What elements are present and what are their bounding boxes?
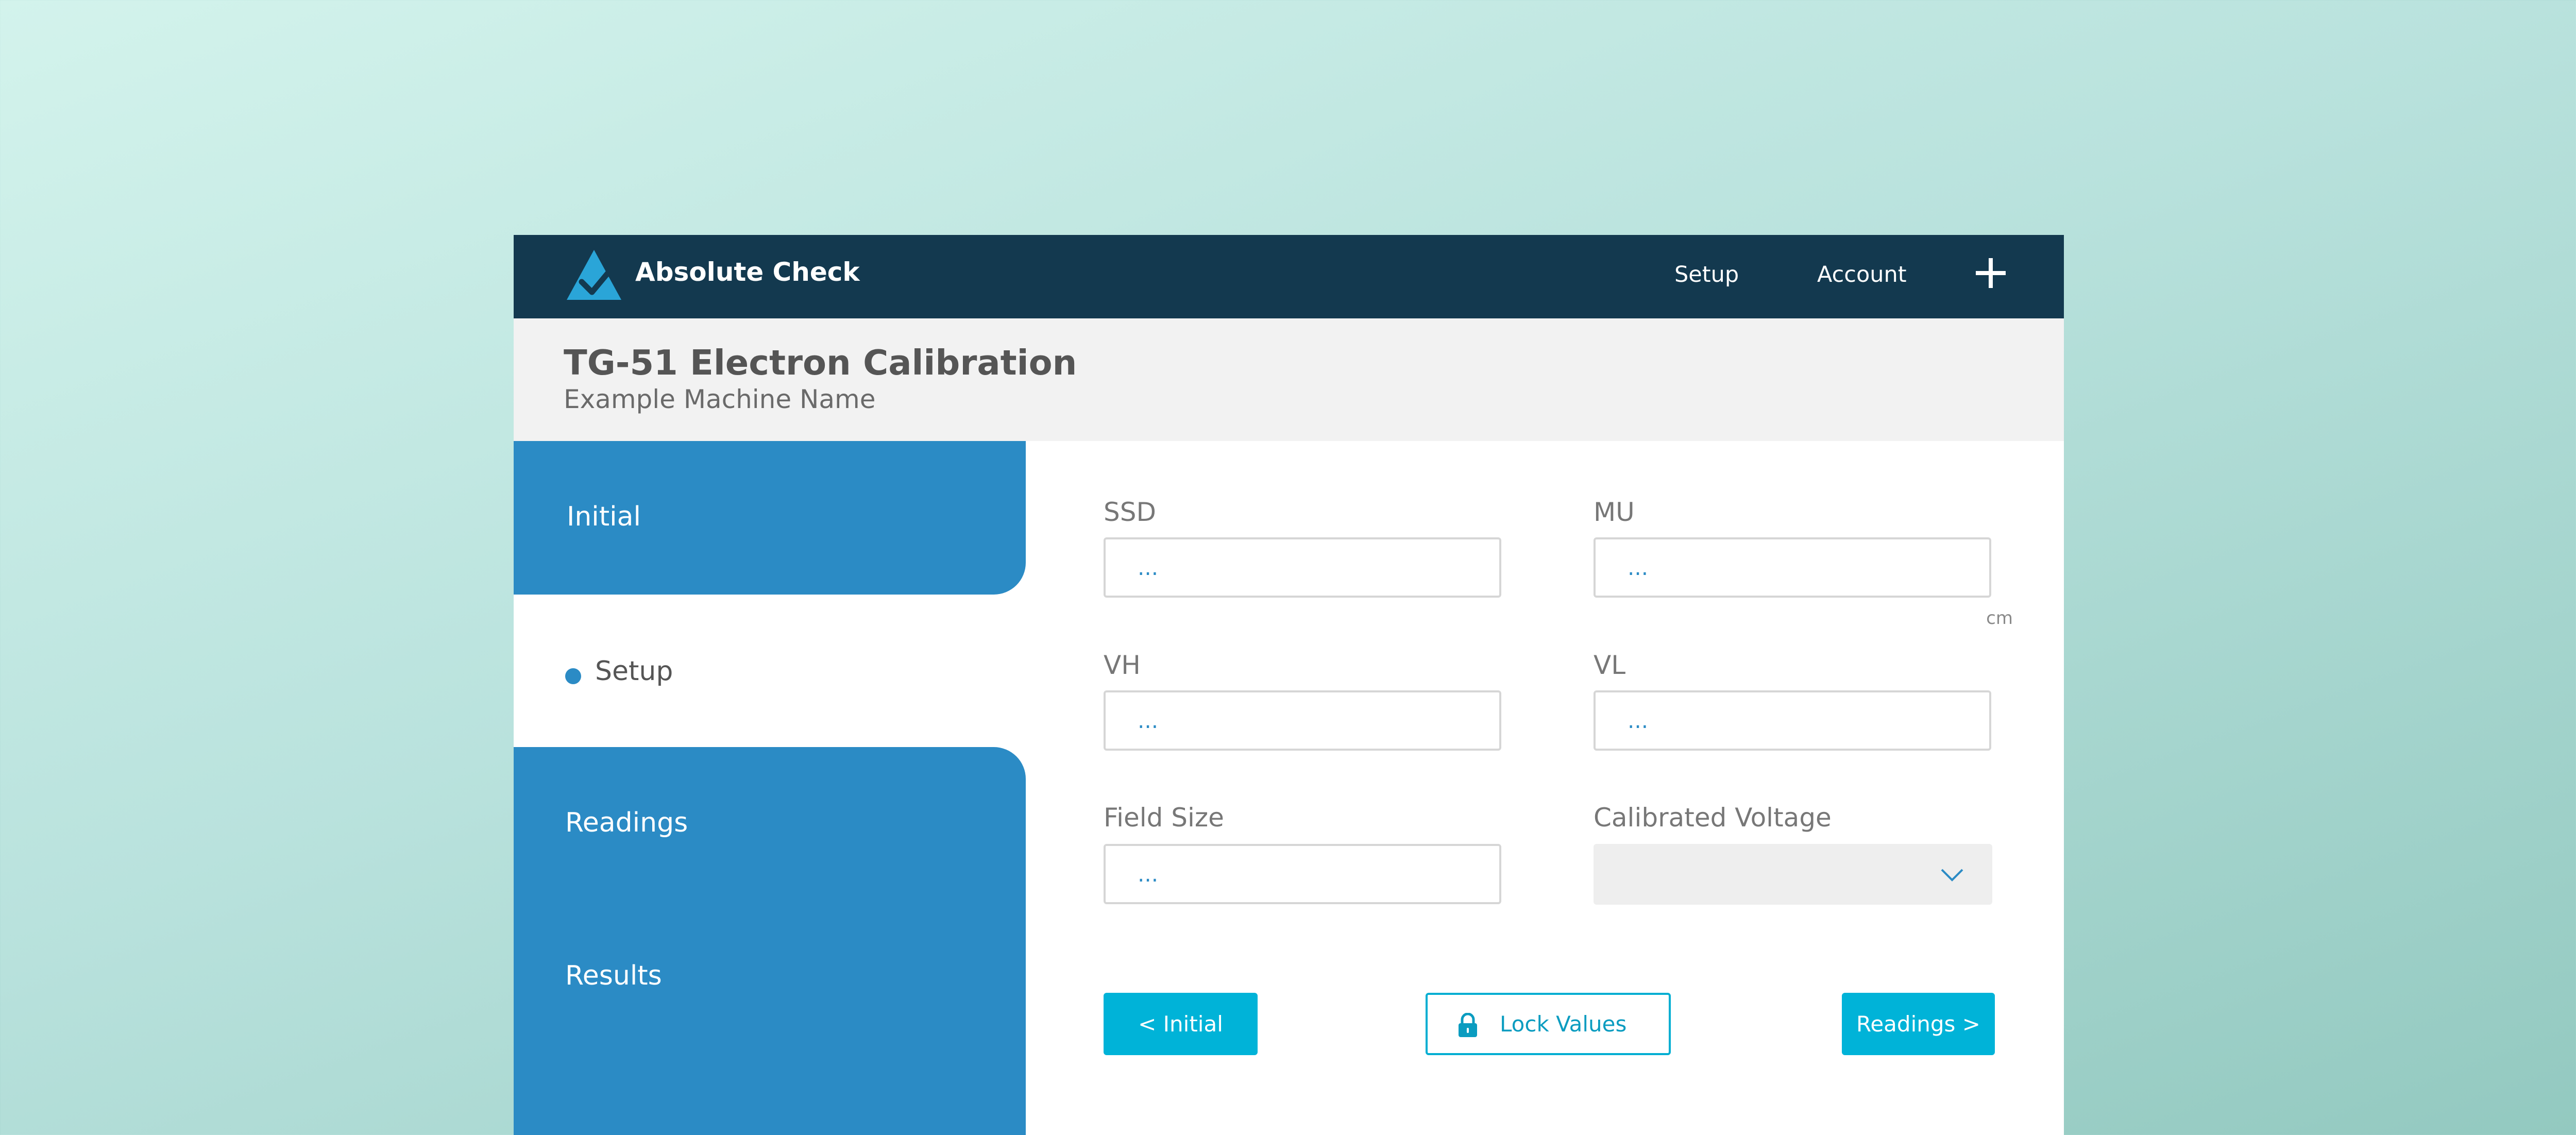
ssd-input[interactable] [1104,537,1501,598]
plus-icon[interactable] [1976,258,2006,288]
triangle-check-icon [567,250,621,300]
calibrated-voltage-select[interactable] [1594,844,1992,905]
calibrated-voltage-label: Calibrated Voltage [1594,803,1832,833]
machine-name: Example Machine Name [564,384,876,414]
ssd-label: SSD [1104,497,1156,527]
mu-input[interactable] [1594,537,1991,598]
vl-input[interactable] [1594,690,1991,751]
sidebar-lower-panel: Readings Results [514,747,1026,1135]
nav-account-link[interactable]: Account [1817,262,1907,289]
brand-name: Absolute Check [635,257,860,287]
ssd-unit: cm [1986,608,2013,629]
top-bar: Absolute Check Setup Account [514,235,2064,318]
field-size-label: Field Size [1104,803,1224,833]
app-window: Absolute Check Setup Account TG-51 Elect… [514,235,2064,1135]
lock-icon [1459,1013,1477,1037]
field-size-input[interactable] [1104,844,1501,904]
vh-label: VH [1104,650,1141,680]
mu-label: MU [1594,497,1635,527]
vl-label: VL [1594,650,1626,680]
nav-setup-link[interactable]: Setup [1674,262,1739,289]
page-header: TG-51 Electron Calibration Example Machi… [514,318,2064,441]
active-step-dot [565,668,581,684]
sidebar-item-initial[interactable]: Initial [514,441,1026,595]
lock-values-label: Lock Values [1500,1011,1627,1037]
sidebar-item-readings[interactable]: Readings [565,807,688,839]
next-readings-button[interactable]: Readings > [1842,993,1995,1055]
page-title: TG-51 Electron Calibration [564,343,1077,383]
sidebar-item-results[interactable]: Results [565,960,662,992]
vh-input[interactable] [1104,690,1501,751]
sidebar-item-label: Setup [595,656,673,687]
sidebar-item-label: Initial [567,501,641,532]
lock-values-button[interactable]: Lock Values [1426,993,1671,1055]
chevron-down-icon [1941,869,1963,882]
back-initial-button[interactable]: < Initial [1104,993,1258,1055]
